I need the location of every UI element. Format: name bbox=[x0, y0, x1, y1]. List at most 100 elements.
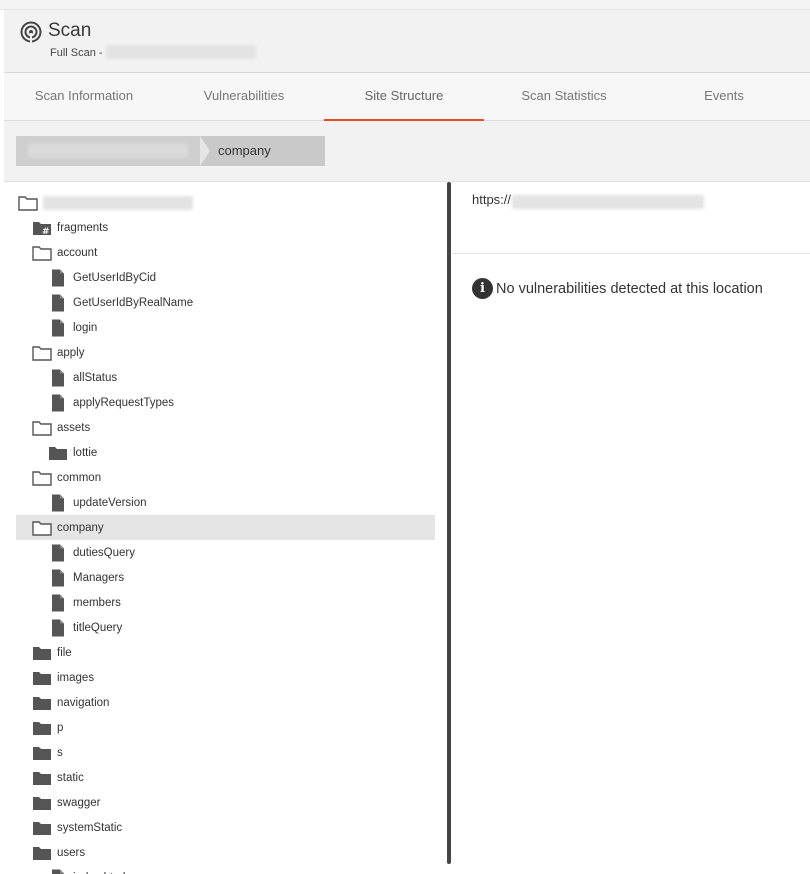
tree-item-label: apply bbox=[57, 346, 85, 359]
tab-scan-statistics[interactable]: Scan Statistics bbox=[484, 73, 644, 121]
tree-item[interactable]: users bbox=[32, 840, 85, 865]
tree-item[interactable]: file bbox=[32, 640, 72, 665]
folder-filled-icon bbox=[32, 644, 52, 662]
tree-item[interactable] bbox=[18, 190, 193, 215]
file-icon bbox=[48, 494, 68, 512]
tree-item-label: Managers bbox=[73, 571, 125, 584]
tree-item-label: login bbox=[73, 321, 98, 334]
redacted-target-name bbox=[106, 45, 256, 59]
tree-item[interactable]: systemStatic bbox=[32, 815, 122, 840]
tree-item[interactable]: login bbox=[48, 315, 97, 340]
redacted-url bbox=[512, 195, 704, 209]
tree-item[interactable]: company bbox=[16, 515, 435, 540]
scan-subtitle-prefix: Full Scan - bbox=[50, 47, 103, 59]
tree-item[interactable]: s bbox=[32, 740, 63, 765]
splitter-handle[interactable] bbox=[447, 182, 451, 864]
tree-item[interactable]: apply bbox=[32, 340, 85, 365]
tree-item-label: swagger bbox=[57, 796, 101, 809]
tree-item-label: updateVersion bbox=[73, 496, 147, 509]
tree-item[interactable]: titleQuery bbox=[48, 615, 122, 640]
tree-item-label: GetUserIdByCid bbox=[73, 271, 157, 284]
tree-item-label: members bbox=[73, 596, 121, 609]
scan-icon bbox=[20, 21, 42, 43]
tree-item[interactable]: navigation bbox=[32, 690, 109, 715]
tree-item-label: users bbox=[57, 846, 86, 859]
detail-divider bbox=[452, 253, 810, 254]
breadcrumb: company bbox=[4, 121, 810, 182]
folder-open-icon bbox=[32, 519, 52, 537]
file-icon bbox=[48, 394, 68, 412]
file-icon bbox=[48, 369, 68, 387]
tree-item[interactable]: static bbox=[32, 765, 84, 790]
folder-filled-icon bbox=[32, 694, 52, 712]
tree-item-label: common bbox=[57, 471, 102, 484]
tree-item-label: p bbox=[57, 721, 64, 734]
folder-filled-icon bbox=[32, 844, 52, 862]
tree-item-label: fragments bbox=[57, 221, 109, 234]
redacted-root-name bbox=[28, 144, 188, 158]
tree-item[interactable]: swagger bbox=[32, 790, 100, 815]
folder-filled-icon bbox=[32, 794, 52, 812]
breadcrumb-root[interactable] bbox=[16, 136, 202, 166]
folder-open-icon bbox=[32, 244, 52, 262]
tree-item[interactable]: members bbox=[48, 590, 121, 615]
tree-item-label: titleQuery bbox=[73, 621, 123, 634]
scan-subtitle: Full Scan - bbox=[50, 47, 103, 59]
folder-filled-icon bbox=[48, 444, 68, 462]
tree-item-label: navigation bbox=[57, 696, 110, 709]
tree-item[interactable]: dutiesQuery bbox=[48, 540, 135, 565]
tree-item-label: s bbox=[57, 746, 63, 759]
tree-item-label: GetUserIdByRealName bbox=[73, 296, 194, 309]
tree-item[interactable]: allStatus bbox=[48, 365, 117, 390]
tab-scan-information[interactable]: Scan Information bbox=[4, 73, 164, 121]
detail-pane: https:// i No vulnerabilities detected a… bbox=[452, 182, 810, 874]
file-icon bbox=[48, 319, 68, 337]
file-icon bbox=[48, 544, 68, 562]
site-tree: # fragments account GetUserIdByCid GetUserId… bbox=[4, 182, 446, 874]
tree-item-label: account bbox=[57, 246, 98, 259]
tab-site-structure[interactable]: Site Structure bbox=[324, 73, 484, 121]
tree-item-label: file bbox=[57, 646, 72, 659]
file-icon bbox=[48, 619, 68, 637]
page-title: Scan bbox=[48, 20, 92, 41]
tree-item[interactable]: # fragments bbox=[32, 215, 108, 240]
tree-item[interactable]: GetUserIdByRealName bbox=[48, 290, 193, 315]
tree-item[interactable]: updateVersion bbox=[48, 490, 147, 515]
file-icon bbox=[48, 869, 68, 874]
tree-item[interactable]: account bbox=[32, 240, 97, 265]
tree-item[interactable]: index.html bbox=[48, 865, 125, 874]
tree-item-label: systemStatic bbox=[57, 821, 123, 834]
tree-item-label: dutiesQuery bbox=[73, 546, 136, 559]
info-icon: i bbox=[472, 278, 493, 299]
tree-item-label: company bbox=[57, 521, 104, 534]
tree-item[interactable]: lottie bbox=[48, 440, 97, 465]
file-icon bbox=[48, 269, 68, 287]
folder-filled-icon bbox=[32, 719, 52, 737]
tab-vulnerabilities[interactable]: Vulnerabilities bbox=[164, 73, 324, 121]
tree-item[interactable]: applyRequestTypes bbox=[48, 390, 174, 415]
tree-item[interactable]: GetUserIdByCid bbox=[48, 265, 156, 290]
folder-open-icon bbox=[18, 194, 38, 212]
tree-item[interactable]: Managers bbox=[48, 565, 124, 590]
folder-filled-icon bbox=[32, 819, 52, 837]
tree-item-label: images bbox=[57, 671, 95, 684]
tree-item-label: assets bbox=[57, 421, 91, 434]
redacted-root-host bbox=[43, 195, 193, 210]
tree-item[interactable]: assets bbox=[32, 415, 90, 440]
location-url-prefix: https:// bbox=[472, 192, 512, 207]
file-icon bbox=[48, 594, 68, 612]
folder-filled-icon bbox=[32, 769, 52, 787]
tab-events[interactable]: Events bbox=[644, 73, 804, 121]
tree-item[interactable]: common bbox=[32, 465, 101, 490]
hash-folder-icon: # bbox=[32, 219, 52, 237]
file-icon bbox=[48, 294, 68, 312]
no-vulnerabilities-notice: i No vulnerabilities detected at this lo… bbox=[472, 278, 763, 299]
folder-filled-icon bbox=[32, 669, 52, 687]
tree-item[interactable]: p bbox=[32, 715, 63, 740]
tree-item-label: applyRequestTypes bbox=[73, 396, 175, 409]
tree-item[interactable]: images bbox=[32, 665, 94, 690]
folder-open-icon bbox=[32, 344, 52, 362]
breadcrumb-current[interactable]: company bbox=[200, 136, 325, 166]
scan-header: Scan Full Scan - bbox=[4, 10, 810, 73]
location-url: https:// bbox=[472, 192, 511, 207]
